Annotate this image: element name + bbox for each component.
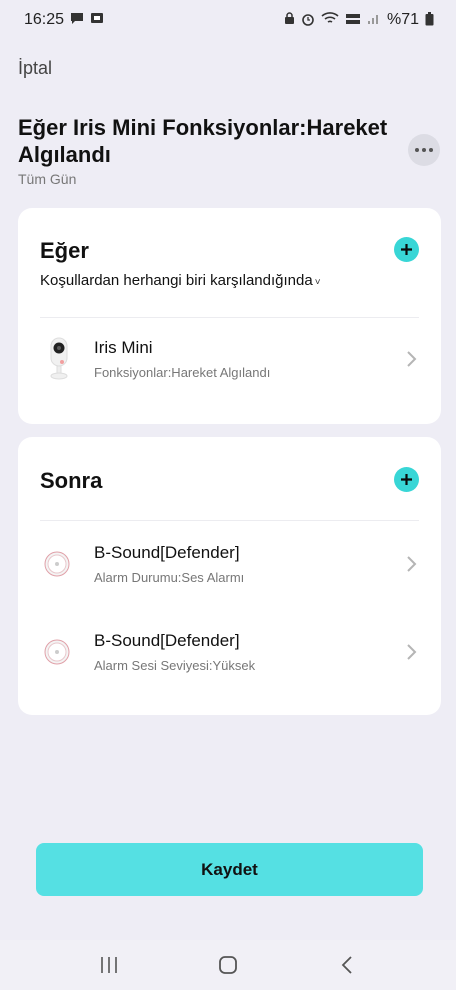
action-item-name: B-Sound[Defender]	[94, 631, 240, 650]
action-item-bsound-volume[interactable]: B-Sound[Defender] Alarm Sesi Seviyesi:Yü…	[40, 629, 420, 685]
siren-icon	[44, 551, 70, 577]
chevron-down-icon: ˅	[314, 277, 321, 288]
condition-item-iris-mini[interactable]: Iris Mini Fonksiyonlar:Hareket Algılandı	[40, 336, 420, 392]
if-card-title: Eğer	[40, 238, 89, 263]
camera-icon	[50, 337, 68, 380]
chevron-right-icon	[406, 641, 418, 667]
condition-mode-label: Koşullardan herhangi biri karşılandığınd…	[40, 272, 313, 289]
divider	[40, 317, 419, 318]
home-button[interactable]	[208, 945, 248, 985]
siren-icon	[44, 639, 70, 665]
cancel-button[interactable]: İptal	[18, 58, 52, 79]
condition-mode-dropdown[interactable]: Koşullardan herhangi biri karşılandığınd…	[40, 272, 321, 289]
condition-item-desc: Fonksiyonlar:Hareket Algılandı	[94, 365, 271, 380]
signal-icon	[367, 12, 381, 28]
home-icon	[219, 956, 237, 974]
if-card: Eğer Koşullardan herhangi biri karşıland…	[18, 208, 441, 424]
add-action-button[interactable]	[394, 467, 419, 492]
page-title: Eğer Iris Mini Fonksiyonlar:Hareket Algı…	[18, 115, 388, 167]
message-icon	[70, 12, 84, 28]
action-item-desc: Alarm Durumu:Ses Alarmı	[94, 570, 245, 585]
battery-percent: %71	[386, 11, 419, 28]
recent-apps-button[interactable]	[89, 945, 129, 985]
back-icon	[341, 956, 352, 974]
status-bar: 16:25 %71	[0, 0, 456, 40]
status-bar-left: 16:25	[24, 11, 104, 29]
plus-icon	[401, 244, 412, 255]
action-item-bsound-alarm-state[interactable]: B-Sound[Defender] Alarm Durumu:Ses Alarm…	[40, 541, 420, 597]
plus-icon	[401, 474, 412, 485]
action-item-name: B-Sound[Defender]	[94, 543, 240, 562]
recent-apps-icon	[101, 957, 118, 973]
volte-icon	[345, 12, 361, 29]
schedule-subtitle[interactable]: Tüm Gün	[18, 171, 76, 187]
status-time: 16:25	[24, 11, 65, 28]
more-options-button[interactable]	[408, 134, 440, 166]
divider	[40, 520, 419, 521]
action-item-desc: Alarm Sesi Seviyesi:Yüksek	[94, 658, 256, 673]
add-condition-button[interactable]	[394, 237, 419, 262]
battery-icon	[425, 11, 434, 29]
condition-item-name: Iris Mini	[94, 338, 153, 357]
chevron-right-icon	[406, 348, 418, 374]
system-navigation-bar	[0, 940, 456, 990]
save-button[interactable]: Kaydet	[36, 843, 423, 896]
back-button[interactable]	[327, 945, 367, 985]
status-bar-right: %71	[284, 11, 434, 29]
wifi-icon	[321, 12, 339, 28]
then-card-title: Sonra	[40, 468, 103, 493]
then-card: Sonra B-Sound[Defender] Alarm Durumu:Ses…	[18, 437, 441, 715]
chevron-right-icon	[406, 553, 418, 579]
more-icon	[415, 148, 433, 152]
lock-icon	[284, 12, 295, 28]
alarm-clock-icon	[301, 12, 315, 29]
notification-icon	[90, 12, 104, 28]
